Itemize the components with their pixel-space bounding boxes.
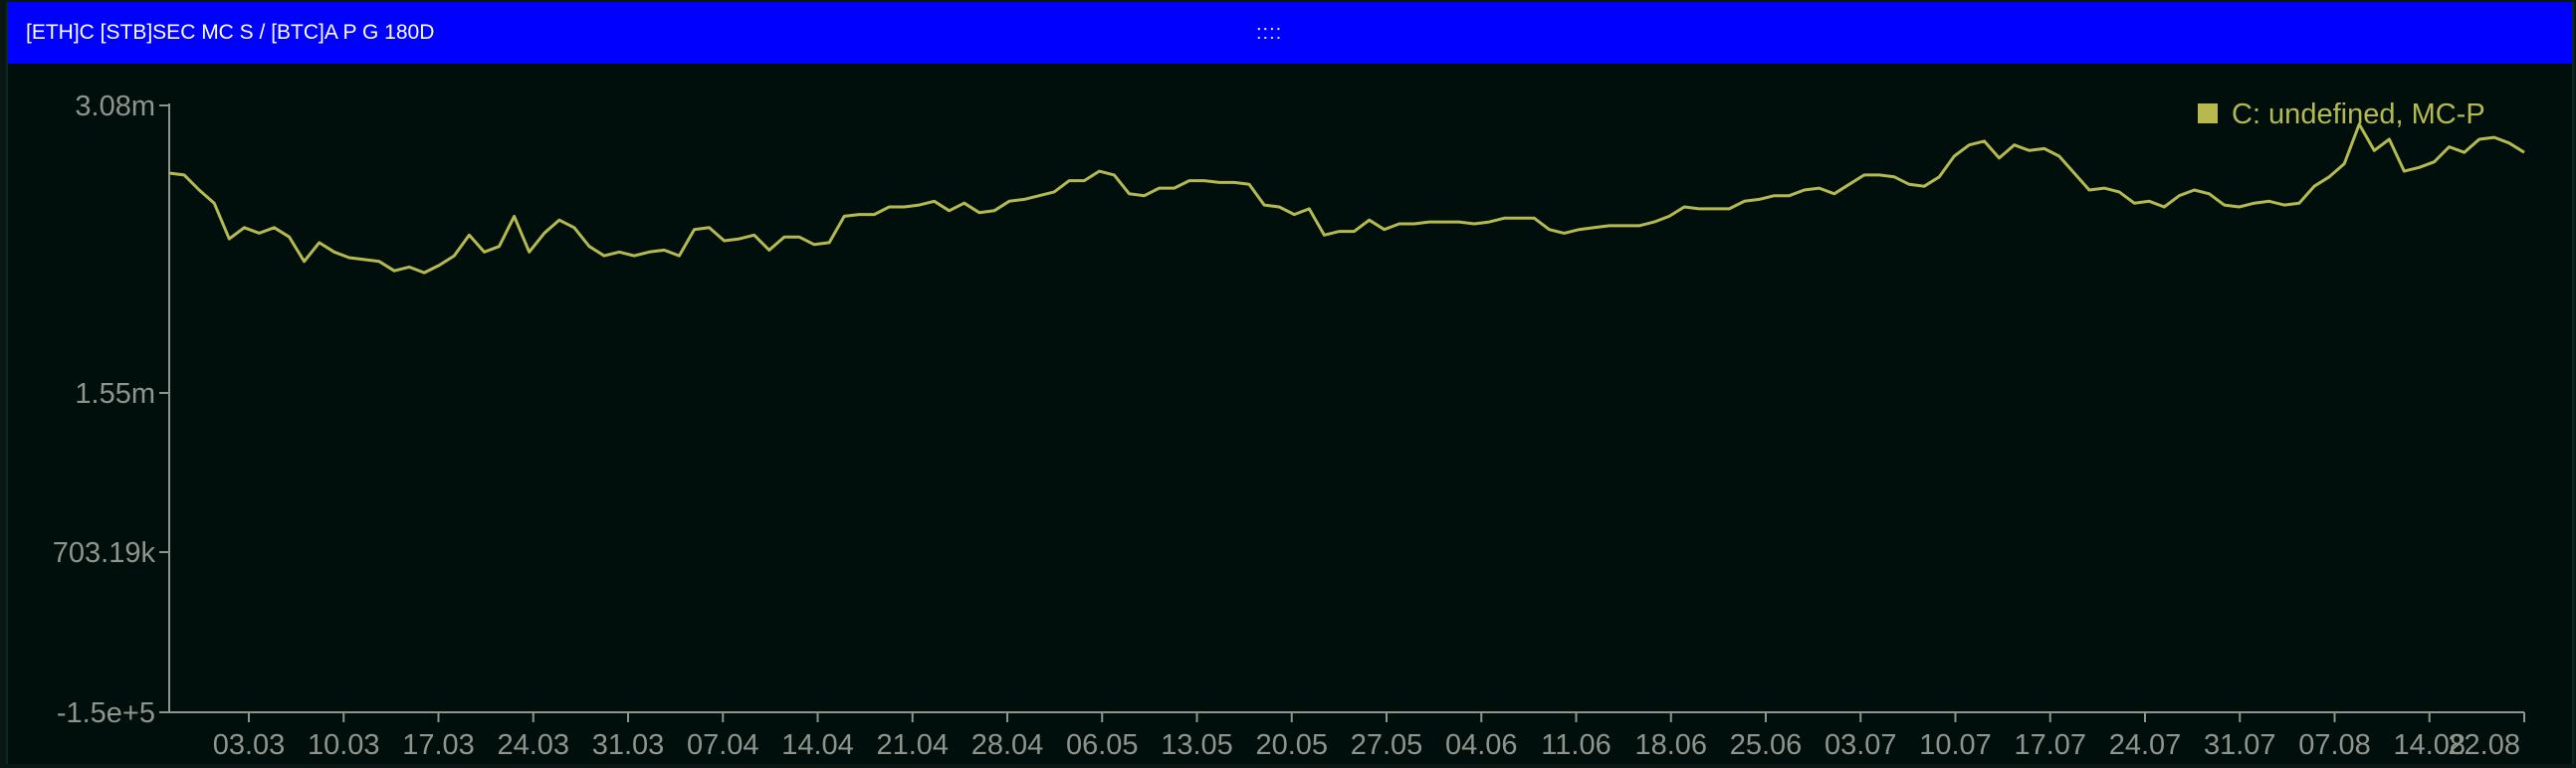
x-tick-label: 13.05 xyxy=(1161,729,1233,761)
x-tick-label: 03.07 xyxy=(1825,729,1897,761)
x-tick-label: 28.04 xyxy=(971,729,1044,761)
x-tick-label: 27.05 xyxy=(1351,729,1423,761)
x-tick-label: 31.07 xyxy=(2204,729,2276,761)
x-tick-label: 10.03 xyxy=(308,729,380,761)
x-tick-label: 17.07 xyxy=(2014,729,2086,761)
x-tick-label: 22.08 xyxy=(2448,729,2520,761)
x-tick-label: 07.04 xyxy=(687,729,759,761)
x-tick-label: 17.03 xyxy=(402,729,475,761)
x-tick-label: 18.06 xyxy=(1634,729,1707,761)
x-tick-label: 04.06 xyxy=(1445,729,1518,761)
line-chart: 3.08m 1.55m 703.19k -1.5e+5 03.03 10.03 17.03… xyxy=(53,91,2525,761)
y-tick-label: 703.19k xyxy=(53,537,156,569)
x-tick-label: 31.03 xyxy=(592,729,665,761)
x-tick-label: 10.07 xyxy=(1919,729,1992,761)
legend-swatch xyxy=(2198,103,2218,123)
x-tick-label: 21.04 xyxy=(876,729,949,761)
y-axis: 3.08m 1.55m 703.19k -1.5e+5 xyxy=(53,91,170,729)
x-tick-label: 20.05 xyxy=(1255,729,1328,761)
x-tick-label: 07.08 xyxy=(2298,729,2371,761)
x-tick-label: 03.03 xyxy=(213,729,286,761)
legend[interactable]: C: undefined, MC-P xyxy=(2198,98,2485,130)
y-tick-label: 1.55m xyxy=(75,378,155,410)
x-tick-label: 11.06 xyxy=(1541,729,1610,761)
x-tick-label: 25.06 xyxy=(1730,729,1803,761)
x-axis: 03.03 10.03 17.03 24.03 31.03 07.04 14.04 21.04… xyxy=(169,711,2525,761)
y-tick-label: -1.5e+5 xyxy=(57,697,155,729)
x-tick-label: 24.07 xyxy=(2109,729,2182,761)
y-tick-label: 3.08m xyxy=(75,91,155,122)
x-tick-label: 06.05 xyxy=(1066,729,1139,761)
x-tick-label: 14.04 xyxy=(781,729,854,761)
x-tick-label: 24.03 xyxy=(497,729,569,761)
legend-label: C: undefined, MC-P xyxy=(2232,98,2485,130)
series-line xyxy=(168,122,2525,275)
